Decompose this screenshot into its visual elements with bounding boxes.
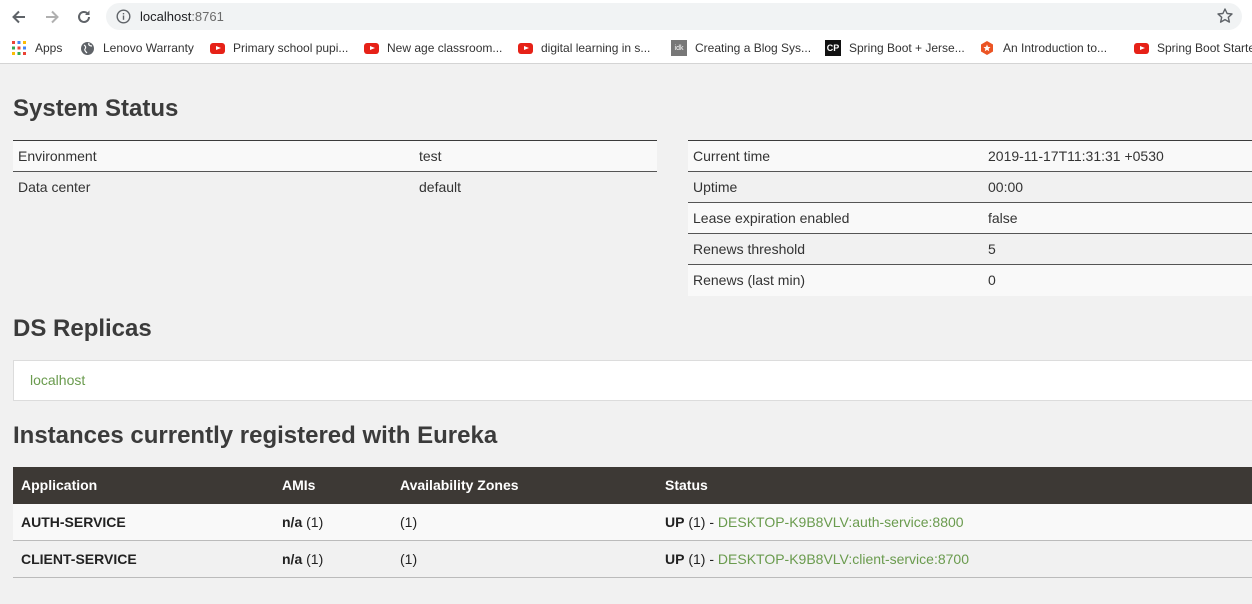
table-row: CLIENT-SERVICE n/a (1) (1) UP (1) - DESK… bbox=[13, 541, 1252, 578]
reload-icon[interactable] bbox=[72, 5, 96, 29]
bookmark-spring-boot-jersey[interactable]: CP Spring Boot + Jerse... bbox=[825, 40, 965, 56]
status-value: 5 bbox=[988, 241, 996, 257]
status-value: test bbox=[419, 148, 442, 164]
back-arrow-icon[interactable] bbox=[7, 5, 31, 29]
url-host: localhost bbox=[140, 9, 192, 24]
amis-cell: n/a (1) bbox=[282, 551, 323, 567]
status-key: Current time bbox=[693, 148, 771, 164]
youtube-icon bbox=[517, 40, 533, 56]
system-status-left-table: Environment test Data center default bbox=[13, 140, 657, 203]
table-row: Current time 2019-11-17T11:31:31 +0530 bbox=[688, 141, 1252, 172]
status-value: 2019-11-17T11:31:31 +0530 bbox=[988, 148, 1164, 164]
column-header-status: Status bbox=[665, 477, 708, 493]
youtube-icon bbox=[1133, 40, 1149, 56]
status-cell: UP (1) - DESKTOP-K9B8VLV:auth-service:88… bbox=[665, 514, 964, 530]
status-cell: UP (1) - DESKTOP-K9B8VLV:client-service:… bbox=[665, 551, 969, 567]
application-name: AUTH-SERVICE bbox=[21, 514, 126, 530]
status-key: Uptime bbox=[693, 179, 738, 195]
bookmark-label: An Introduction to... bbox=[1003, 41, 1108, 55]
globe-icon bbox=[79, 40, 95, 56]
apps-grid-icon bbox=[11, 40, 27, 56]
amis-count: (1) bbox=[306, 514, 324, 530]
status-count: (1) - bbox=[688, 514, 715, 530]
bookmark-label: Spring Boot Starte bbox=[1157, 41, 1252, 55]
bookmark-star-icon[interactable] bbox=[1216, 7, 1234, 25]
youtube-icon bbox=[363, 40, 379, 56]
replicas-list: localhost bbox=[13, 360, 1252, 401]
table-row: Renews (last min) 0 bbox=[688, 265, 1252, 296]
column-header-amis: AMIs bbox=[282, 477, 316, 493]
bookmark-digital-learning[interactable]: digital learning in s... bbox=[517, 40, 650, 56]
bookmark-spring-boot-starter[interactable]: Spring Boot Starte bbox=[1133, 40, 1252, 56]
status-count: (1) - bbox=[688, 551, 715, 567]
instance-link[interactable]: DESKTOP-K9B8VLV:client-service:8700 bbox=[718, 551, 969, 567]
table-row: Environment test bbox=[13, 141, 657, 172]
table-header: Application AMIs Availability Zones Stat… bbox=[13, 467, 1252, 504]
bookmark-label: Apps bbox=[35, 41, 63, 55]
bookmark-apps[interactable]: Apps bbox=[11, 40, 62, 56]
status-label: UP bbox=[665, 551, 685, 567]
status-value: 0 bbox=[988, 272, 996, 288]
cp-icon: CP bbox=[825, 40, 841, 56]
bookmark-label: Lenovo Warranty bbox=[103, 41, 194, 55]
info-icon[interactable] bbox=[116, 9, 131, 24]
status-label: UP bbox=[665, 514, 685, 530]
status-key: Data center bbox=[18, 179, 91, 195]
table-row: Lease expiration enabled false bbox=[688, 203, 1252, 234]
status-key: Renews (last min) bbox=[693, 272, 806, 288]
instances-table: Application AMIs Availability Zones Stat… bbox=[13, 467, 1252, 578]
amis-label: n/a bbox=[282, 551, 303, 567]
status-value: default bbox=[419, 179, 462, 195]
amis-label: n/a bbox=[282, 514, 303, 530]
table-row: Uptime 00:00 bbox=[688, 172, 1252, 203]
bookmark-label: digital learning in s... bbox=[541, 41, 651, 55]
column-header-application: Application bbox=[21, 477, 98, 493]
address-bar[interactable]: localhost:8761 bbox=[106, 3, 1242, 30]
forward-arrow-icon[interactable] bbox=[40, 5, 64, 29]
replica-link[interactable]: localhost bbox=[30, 372, 85, 388]
bookmark-label: Creating a Blog Sys... bbox=[695, 41, 812, 55]
status-value: 00:00 bbox=[988, 179, 1024, 195]
application-name: CLIENT-SERVICE bbox=[21, 551, 137, 567]
badge-icon bbox=[979, 40, 995, 56]
bookmark-creating-blog[interactable]: idk Creating a Blog Sys... bbox=[671, 40, 811, 56]
url-text: localhost:8761 bbox=[140, 9, 224, 24]
bookmark-primary-school[interactable]: Primary school pupi... bbox=[209, 40, 348, 56]
bookmarks-bar: Apps Lenovo Warranty Primary school pupi… bbox=[0, 33, 1252, 64]
browser-toolbar: localhost:8761 bbox=[0, 0, 1252, 33]
bookmark-label: New age classroom... bbox=[387, 41, 503, 55]
zones-cell: (1) bbox=[400, 551, 418, 567]
system-status-right-table: Current time 2019-11-17T11:31:31 +0530 U… bbox=[688, 140, 1252, 296]
status-key: Environment bbox=[18, 148, 97, 164]
status-key: Lease expiration enabled bbox=[693, 210, 850, 226]
zones-cell: (1) bbox=[400, 514, 418, 530]
ds-replicas-heading: DS Replicas bbox=[13, 315, 152, 342]
bookmark-introduction[interactable]: An Introduction to... bbox=[979, 40, 1107, 56]
youtube-icon bbox=[209, 40, 225, 56]
bookmark-label: Primary school pupi... bbox=[233, 41, 349, 55]
table-row: Data center default bbox=[13, 172, 657, 203]
bookmark-lenovo-warranty[interactable]: Lenovo Warranty bbox=[79, 40, 194, 56]
bookmark-new-age-classroom[interactable]: New age classroom... bbox=[363, 40, 502, 56]
instance-link[interactable]: DESKTOP-K9B8VLV:auth-service:8800 bbox=[718, 514, 964, 530]
url-port: :8761 bbox=[191, 9, 224, 24]
system-status-heading: System Status bbox=[13, 95, 179, 122]
status-key: Renews threshold bbox=[693, 241, 806, 257]
bookmark-label: Spring Boot + Jerse... bbox=[849, 41, 965, 55]
instances-heading: Instances currently registered with Eure… bbox=[13, 422, 498, 449]
idk-icon: idk bbox=[671, 40, 687, 56]
table-row: Renews threshold 5 bbox=[688, 234, 1252, 265]
amis-count: (1) bbox=[306, 551, 324, 567]
column-header-availability-zones: Availability Zones bbox=[400, 477, 519, 493]
table-row: AUTH-SERVICE n/a (1) (1) UP (1) - DESKTO… bbox=[13, 504, 1252, 541]
amis-cell: n/a (1) bbox=[282, 514, 323, 530]
status-value: false bbox=[988, 210, 1018, 226]
